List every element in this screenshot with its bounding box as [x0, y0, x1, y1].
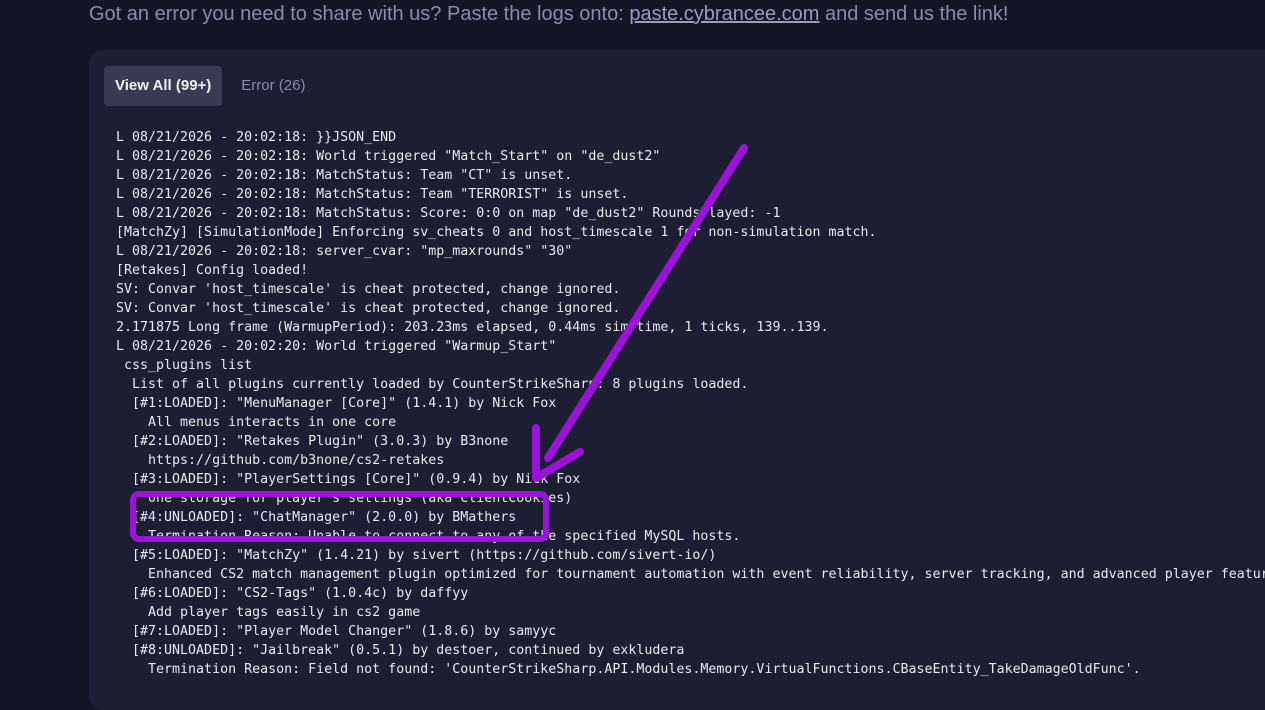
log-line: Enhanced CS2 match management plugin opt… — [116, 567, 1265, 582]
log-line: [Retakes] Config loaded! — [116, 263, 309, 278]
log-line: https://github.com/b3none/cs2-retakes — [116, 453, 445, 468]
banner-prefix-text: Got an error you need to share with us? … — [89, 3, 630, 25]
log-line: css_plugins list — [116, 358, 253, 373]
log-line: L 08/21/2026 - 20:02:18: server_cvar: "m… — [116, 244, 573, 259]
log-line: [#7:LOADED]: "Player Model Changer" (1.8… — [116, 624, 557, 639]
log-line: L 08/21/2026 - 20:02:18: MatchStatus: Sc… — [116, 206, 781, 221]
log-line: [#6:LOADED]: "CS2-Tags" (1.0.4c) by daff… — [116, 586, 469, 601]
banner-suffix-text: and send us the link! — [819, 3, 1009, 25]
log-line: Termination Reason: Unable to connect to… — [116, 529, 741, 544]
log-line: SV: Convar 'host_timescale' is cheat pro… — [116, 282, 621, 297]
log-line: L 08/21/2026 - 20:02:18: World triggered… — [116, 149, 661, 164]
log-line: Add player tags easily in cs2 game — [116, 605, 421, 620]
log-line: 2.171875 Long frame (WarmupPeriod): 203.… — [116, 320, 829, 335]
log-line: List of all plugins currently loaded by … — [116, 377, 749, 392]
log-line: [#3:LOADED]: "PlayerSettings [Core]" (0.… — [116, 472, 581, 487]
log-line: L 08/21/2026 - 20:02:18: MatchStatus: Te… — [116, 187, 629, 202]
paste-site-link[interactable]: paste.cybrancee.com — [629, 3, 819, 25]
log-line: [#4:UNLOADED]: "ChatManager" (2.0.0) by … — [116, 510, 517, 525]
log-line: Termination Reason: Field not found: 'Co… — [116, 662, 1141, 677]
log-line: [MatchZy] [SimulationMode] Enforcing sv_… — [116, 225, 877, 240]
console-log-output: L 08/21/2026 - 20:02:18: }}JSON_END L 08/… — [116, 128, 1265, 679]
share-logs-banner: Got an error you need to share with us? … — [89, 0, 1008, 30]
log-line: All menus interacts in one core — [116, 415, 397, 430]
log-line: [#2:LOADED]: "Retakes Plugin" (3.0.3) by… — [116, 434, 509, 449]
log-line: L 08/21/2026 - 20:02:18: MatchStatus: Te… — [116, 168, 573, 183]
tab-error[interactable]: Error (26) — [230, 66, 316, 106]
tab-view-all[interactable]: View All (99+) — [104, 66, 223, 106]
log-filter-tabs: View All (99+) Error (26) — [104, 66, 316, 106]
log-line: [#8:UNLOADED]: "Jailbreak" (0.5.1) by de… — [116, 643, 685, 658]
log-line: L 08/21/2026 - 20:02:20: World triggered… — [116, 339, 557, 354]
log-line: One storage for player's settings (aka C… — [116, 491, 573, 506]
log-line: [#5:LOADED]: "MatchZy" (1.4.21) by siver… — [116, 548, 717, 563]
log-line: L 08/21/2026 - 20:02:18: }}JSON_END — [116, 130, 397, 145]
log-line: [#1:LOADED]: "MenuManager [Core]" (1.4.1… — [116, 396, 557, 411]
log-line: SV: Convar 'host_timescale' is cheat pro… — [116, 301, 621, 316]
